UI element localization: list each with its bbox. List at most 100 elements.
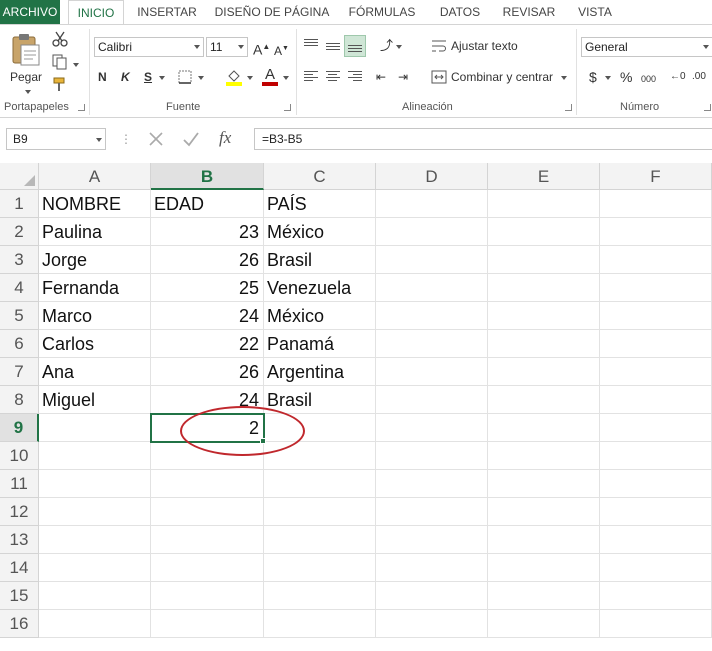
row-header-1[interactable]: 1 (0, 190, 39, 218)
thousands-button[interactable]: 000 (641, 71, 656, 87)
fill-color-dropdown-icon[interactable] (244, 69, 253, 85)
cell-b6[interactable]: 22 (151, 330, 264, 358)
cell-a2[interactable]: Paulina (39, 218, 151, 246)
row-header-14[interactable]: 14 (0, 554, 39, 582)
merge-dropdown-icon[interactable] (558, 69, 567, 85)
cell-e6[interactable] (488, 330, 600, 358)
clipboard-launcher-icon[interactable] (78, 104, 85, 111)
cell-f7[interactable] (600, 358, 712, 386)
cell-a11[interactable] (39, 470, 151, 498)
cell-f9[interactable] (600, 414, 712, 442)
align-left-icon[interactable] (304, 71, 318, 83)
cell-d10[interactable] (376, 442, 488, 470)
font-name-dropdown[interactable]: Calibri (94, 37, 204, 57)
cell-e4[interactable] (488, 274, 600, 302)
italic-button[interactable]: K (121, 69, 130, 85)
cut-icon[interactable] (52, 31, 68, 47)
fill-handle[interactable] (260, 438, 266, 444)
cell-e16[interactable] (488, 610, 600, 638)
cell-e7[interactable] (488, 358, 600, 386)
cell-a16[interactable] (39, 610, 151, 638)
borders-dropdown-icon[interactable] (195, 69, 204, 85)
cell-d9[interactable] (376, 414, 488, 442)
insert-function-button[interactable]: fx (219, 128, 231, 148)
cell-e5[interactable] (488, 302, 600, 330)
cell-b10[interactable] (151, 442, 264, 470)
align-middle-icon[interactable] (326, 43, 340, 52)
cell-b11[interactable] (151, 470, 264, 498)
cell-b4[interactable]: 25 (151, 274, 264, 302)
cell-b15[interactable] (151, 582, 264, 610)
enter-icon[interactable] (182, 131, 200, 147)
cell-e14[interactable] (488, 554, 600, 582)
cell-c16[interactable] (264, 610, 376, 638)
cell-f2[interactable] (600, 218, 712, 246)
cell-a5[interactable]: Marco (39, 302, 151, 330)
row-header-10[interactable]: 10 (0, 442, 39, 470)
column-header-a[interactable]: A (39, 163, 151, 190)
cell-b5[interactable]: 24 (151, 302, 264, 330)
cell-d1[interactable] (376, 190, 488, 218)
cancel-icon[interactable] (148, 131, 164, 147)
align-right-icon[interactable] (348, 71, 362, 83)
tab-datos[interactable]: DATOS (430, 0, 490, 24)
underline-button[interactable]: S (144, 69, 152, 85)
font-launcher-icon[interactable] (284, 104, 291, 111)
cell-b8[interactable]: 24 (151, 386, 264, 414)
number-format-dropdown[interactable]: General (581, 37, 712, 57)
cell-a10[interactable] (39, 442, 151, 470)
row-header-13[interactable]: 13 (0, 526, 39, 554)
cell-a13[interactable] (39, 526, 151, 554)
cell-f4[interactable] (600, 274, 712, 302)
row-header-6[interactable]: 6 (0, 330, 39, 358)
cell-a1[interactable]: NOMBRE (39, 190, 151, 218)
alignment-launcher-icon[interactable] (565, 104, 572, 111)
column-header-b[interactable]: B (151, 163, 264, 190)
cell-e11[interactable] (488, 470, 600, 498)
cell-f12[interactable] (600, 498, 712, 526)
cell-c8[interactable]: Brasil (264, 386, 376, 414)
cell-c4[interactable]: Venezuela (264, 274, 376, 302)
row-header-5[interactable]: 5 (0, 302, 39, 330)
cell-a3[interactable]: Jorge (39, 246, 151, 274)
copy-dropdown-icon[interactable] (70, 56, 79, 72)
merge-center-button[interactable]: Combinar y centrar (451, 69, 553, 85)
copy-icon[interactable] (52, 54, 68, 70)
row-header-11[interactable]: 11 (0, 470, 39, 498)
cell-c5[interactable]: México (264, 302, 376, 330)
shrink-font-button[interactable]: A▼ (274, 41, 289, 59)
row-header-9[interactable]: 9 (0, 414, 39, 442)
row-header-2[interactable]: 2 (0, 218, 39, 246)
percent-button[interactable]: % (620, 69, 632, 85)
cell-f13[interactable] (600, 526, 712, 554)
cell-a15[interactable] (39, 582, 151, 610)
font-color-button[interactable]: A (262, 67, 278, 86)
paste-button[interactable]: Pegar (6, 29, 44, 95)
wrap-text-button[interactable]: Ajustar texto (451, 38, 518, 54)
borders-icon[interactable] (178, 70, 192, 84)
cell-a8[interactable]: Miguel (39, 386, 151, 414)
cell-c15[interactable] (264, 582, 376, 610)
cell-d3[interactable] (376, 246, 488, 274)
decrease-decimal-icon[interactable]: .00 (692, 69, 706, 85)
column-header-d[interactable]: D (376, 163, 488, 190)
cell-a6[interactable]: Carlos (39, 330, 151, 358)
cell-a14[interactable] (39, 554, 151, 582)
tab-insertar[interactable]: INSERTAR (132, 0, 202, 24)
cell-d8[interactable] (376, 386, 488, 414)
column-header-c[interactable]: C (264, 163, 376, 190)
format-painter-icon[interactable] (52, 77, 68, 93)
cell-b7[interactable]: 26 (151, 358, 264, 386)
cell-e1[interactable] (488, 190, 600, 218)
cell-b3[interactable]: 26 (151, 246, 264, 274)
cell-f3[interactable] (600, 246, 712, 274)
cell-d11[interactable] (376, 470, 488, 498)
cell-b1[interactable]: EDAD (151, 190, 264, 218)
align-bottom-button[interactable] (344, 35, 366, 57)
row-header-15[interactable]: 15 (0, 582, 39, 610)
row-header-12[interactable]: 12 (0, 498, 39, 526)
cell-e9[interactable] (488, 414, 600, 442)
cell-d16[interactable] (376, 610, 488, 638)
spreadsheet-grid[interactable]: A B C D E F 1 NOMBRE EDAD PAÍS 2 Paulina 23 Méx… (0, 163, 712, 651)
tab-diseno-pagina[interactable]: DISEÑO DE PÁGINA (210, 0, 334, 24)
